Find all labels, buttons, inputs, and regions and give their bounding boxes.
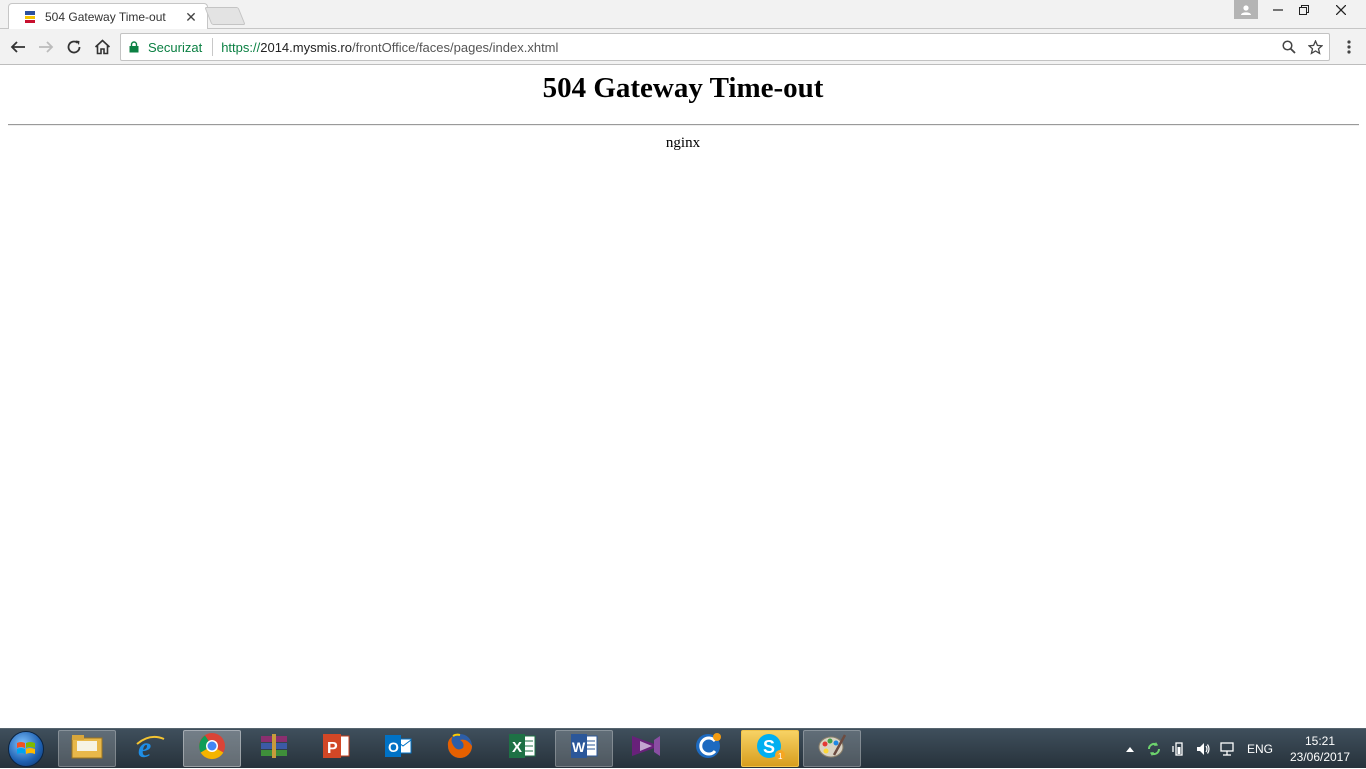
taskbar-powerpoint[interactable]: P — [307, 730, 365, 767]
ie-icon: e — [134, 730, 166, 767]
lock-icon — [129, 40, 141, 54]
restore-icon[interactable] — [1290, 0, 1318, 20]
taskbar: e P O X W S 1 ENG 15:21 23/06/2017 — [0, 728, 1366, 768]
svg-text:S: S — [763, 737, 775, 757]
browser-window: 504 Gateway Time-out ✕ Securizat https:/… — [0, 0, 1366, 728]
new-tab-button[interactable] — [204, 7, 246, 25]
home-icon[interactable] — [89, 34, 115, 60]
svg-text:O: O — [388, 739, 399, 755]
folder-icon — [70, 732, 104, 765]
visual-studio-icon — [630, 732, 662, 765]
tab-close-icon[interactable]: ✕ — [183, 9, 199, 25]
power-icon[interactable] — [1168, 729, 1190, 769]
close-window-icon[interactable] — [1326, 0, 1356, 20]
url-text[interactable]: https://2014.mysmis.ro/frontOffice/faces… — [221, 40, 1277, 55]
url-host: 2014.mysmis.ro — [260, 39, 352, 55]
divider — [8, 124, 1359, 126]
url-scheme: https:// — [221, 39, 261, 55]
word-icon: W — [569, 732, 599, 765]
clock-date: 23/06/2017 — [1289, 750, 1351, 764]
taskbar-chrome[interactable] — [183, 730, 241, 767]
windows-logo-icon — [8, 731, 44, 767]
page-favicon-icon — [23, 10, 37, 24]
paint-icon — [816, 731, 848, 766]
reload-icon[interactable] — [61, 34, 87, 60]
chrome-icon — [197, 731, 227, 766]
taskbar-firefox[interactable] — [431, 730, 489, 767]
language-indicator[interactable]: ENG — [1242, 729, 1278, 769]
server-signature: nginx — [665, 135, 701, 151]
taskbar-visual-studio[interactable] — [617, 730, 675, 767]
ccleaner-icon — [693, 731, 723, 766]
taskbar-word[interactable]: W — [555, 730, 613, 767]
outlook-icon: O — [383, 732, 413, 765]
svg-text:P: P — [327, 740, 338, 757]
svg-text:e: e — [138, 731, 151, 762]
taskbar-paint[interactable] — [803, 730, 861, 767]
tab-active[interactable]: 504 Gateway Time-out ✕ — [8, 3, 208, 30]
taskbar-skype[interactable]: S1 — [741, 730, 799, 767]
address-bar[interactable]: Securizat https://2014.mysmis.ro/frontOf… — [120, 33, 1330, 61]
firefox-icon — [445, 731, 475, 766]
powerpoint-icon: P — [321, 732, 351, 765]
browser-menu-icon[interactable] — [1338, 34, 1360, 60]
taskbar-winrar[interactable] — [245, 730, 303, 767]
page-content: 504 Gateway Time-out nginx — [0, 66, 1366, 728]
action-center-icon[interactable] — [1216, 729, 1238, 769]
winrar-icon — [258, 732, 290, 765]
back-icon[interactable] — [5, 34, 31, 60]
start-button[interactable] — [4, 730, 48, 768]
svg-text:X: X — [512, 739, 522, 756]
network-recycle-icon[interactable] — [1144, 729, 1164, 769]
tab-title: 504 Gateway Time-out — [45, 10, 166, 24]
svg-text:W: W — [572, 739, 586, 755]
bookmark-star-icon[interactable] — [1303, 35, 1327, 59]
minimize-icon[interactable] — [1264, 0, 1292, 20]
taskbar-excel[interactable]: X — [493, 730, 551, 767]
taskbar-file-explorer[interactable] — [58, 730, 116, 767]
taskbar-outlook[interactable]: O — [369, 730, 427, 767]
system-clock[interactable]: 15:21 23/06/2017 — [1280, 733, 1360, 765]
security-label[interactable]: Securizat — [148, 40, 202, 55]
volume-icon[interactable] — [1192, 729, 1214, 769]
taskbar-internet-explorer[interactable]: e — [121, 730, 179, 767]
error-heading: 504 Gateway Time-out — [542, 72, 824, 104]
profile-icon[interactable] — [1234, 0, 1258, 19]
zoom-icon[interactable] — [1277, 35, 1301, 59]
taskbar-ccleaner[interactable] — [679, 730, 737, 767]
url-path: /frontOffice/faces/pages/index.xhtml — [351, 39, 559, 55]
show-hidden-icons[interactable] — [1122, 729, 1138, 769]
clock-time: 15:21 — [1304, 734, 1336, 748]
tab-strip: 504 Gateway Time-out ✕ — [0, 0, 1366, 30]
skype-badge: 1 — [778, 752, 783, 761]
forward-icon[interactable] — [33, 34, 59, 60]
skype-icon: S1 — [754, 731, 786, 766]
omnibox-separator — [212, 38, 214, 56]
browser-toolbar: Securizat https://2014.mysmis.ro/frontOf… — [0, 29, 1366, 65]
excel-icon: X — [507, 732, 537, 765]
